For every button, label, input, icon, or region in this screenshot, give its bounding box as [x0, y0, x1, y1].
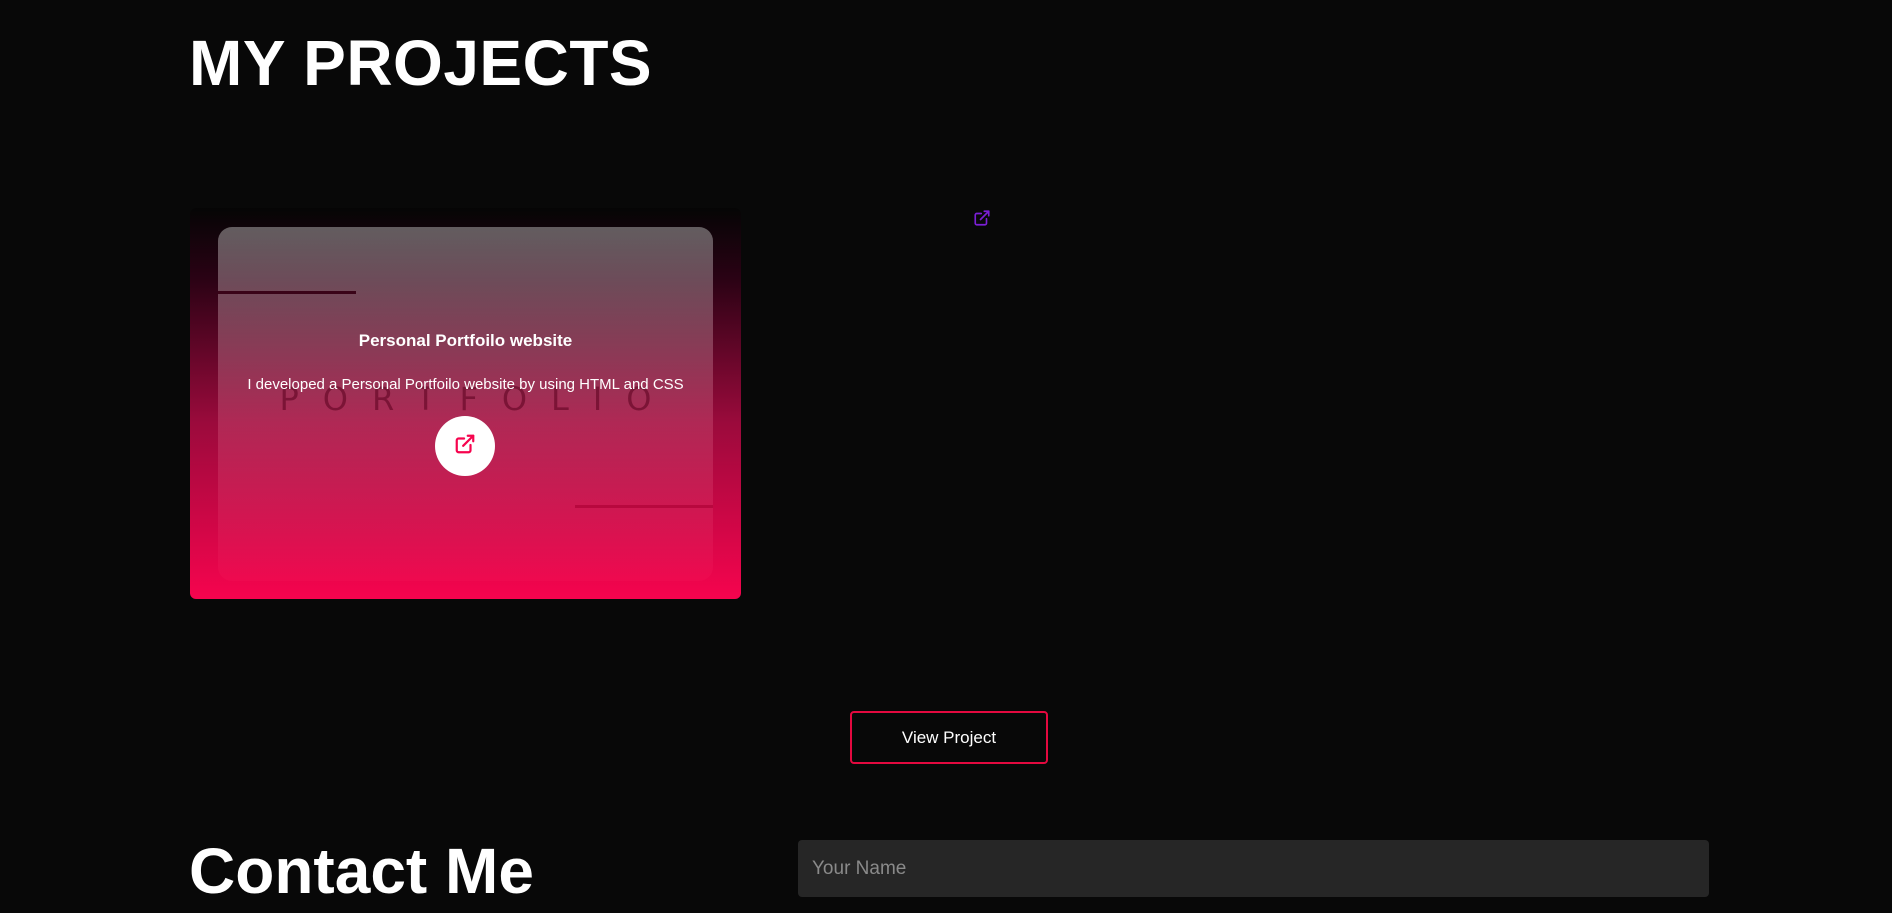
external-link-icon [973, 209, 991, 232]
page: MY PROJECTS PORTFOLIO Personal Portfoilo… [0, 0, 1892, 913]
name-input[interactable] [798, 840, 1709, 897]
project-link-button[interactable] [435, 416, 495, 476]
view-project-button[interactable]: View Project [850, 711, 1048, 764]
project-description: I developed a Personal Portfoilo website… [247, 376, 684, 393]
decorative-line-top [218, 291, 356, 294]
contact-heading: Contact Me [189, 835, 534, 907]
project-title: Personal Portfoilo website [358, 331, 573, 350]
floating-external-link[interactable] [972, 209, 992, 232]
project-card[interactable]: PORTFOLIO Personal Portfoilo website I d… [190, 208, 741, 599]
external-link-icon [454, 433, 476, 460]
projects-heading: MY PROJECTS [189, 27, 653, 99]
decorative-line-bottom [575, 505, 713, 508]
